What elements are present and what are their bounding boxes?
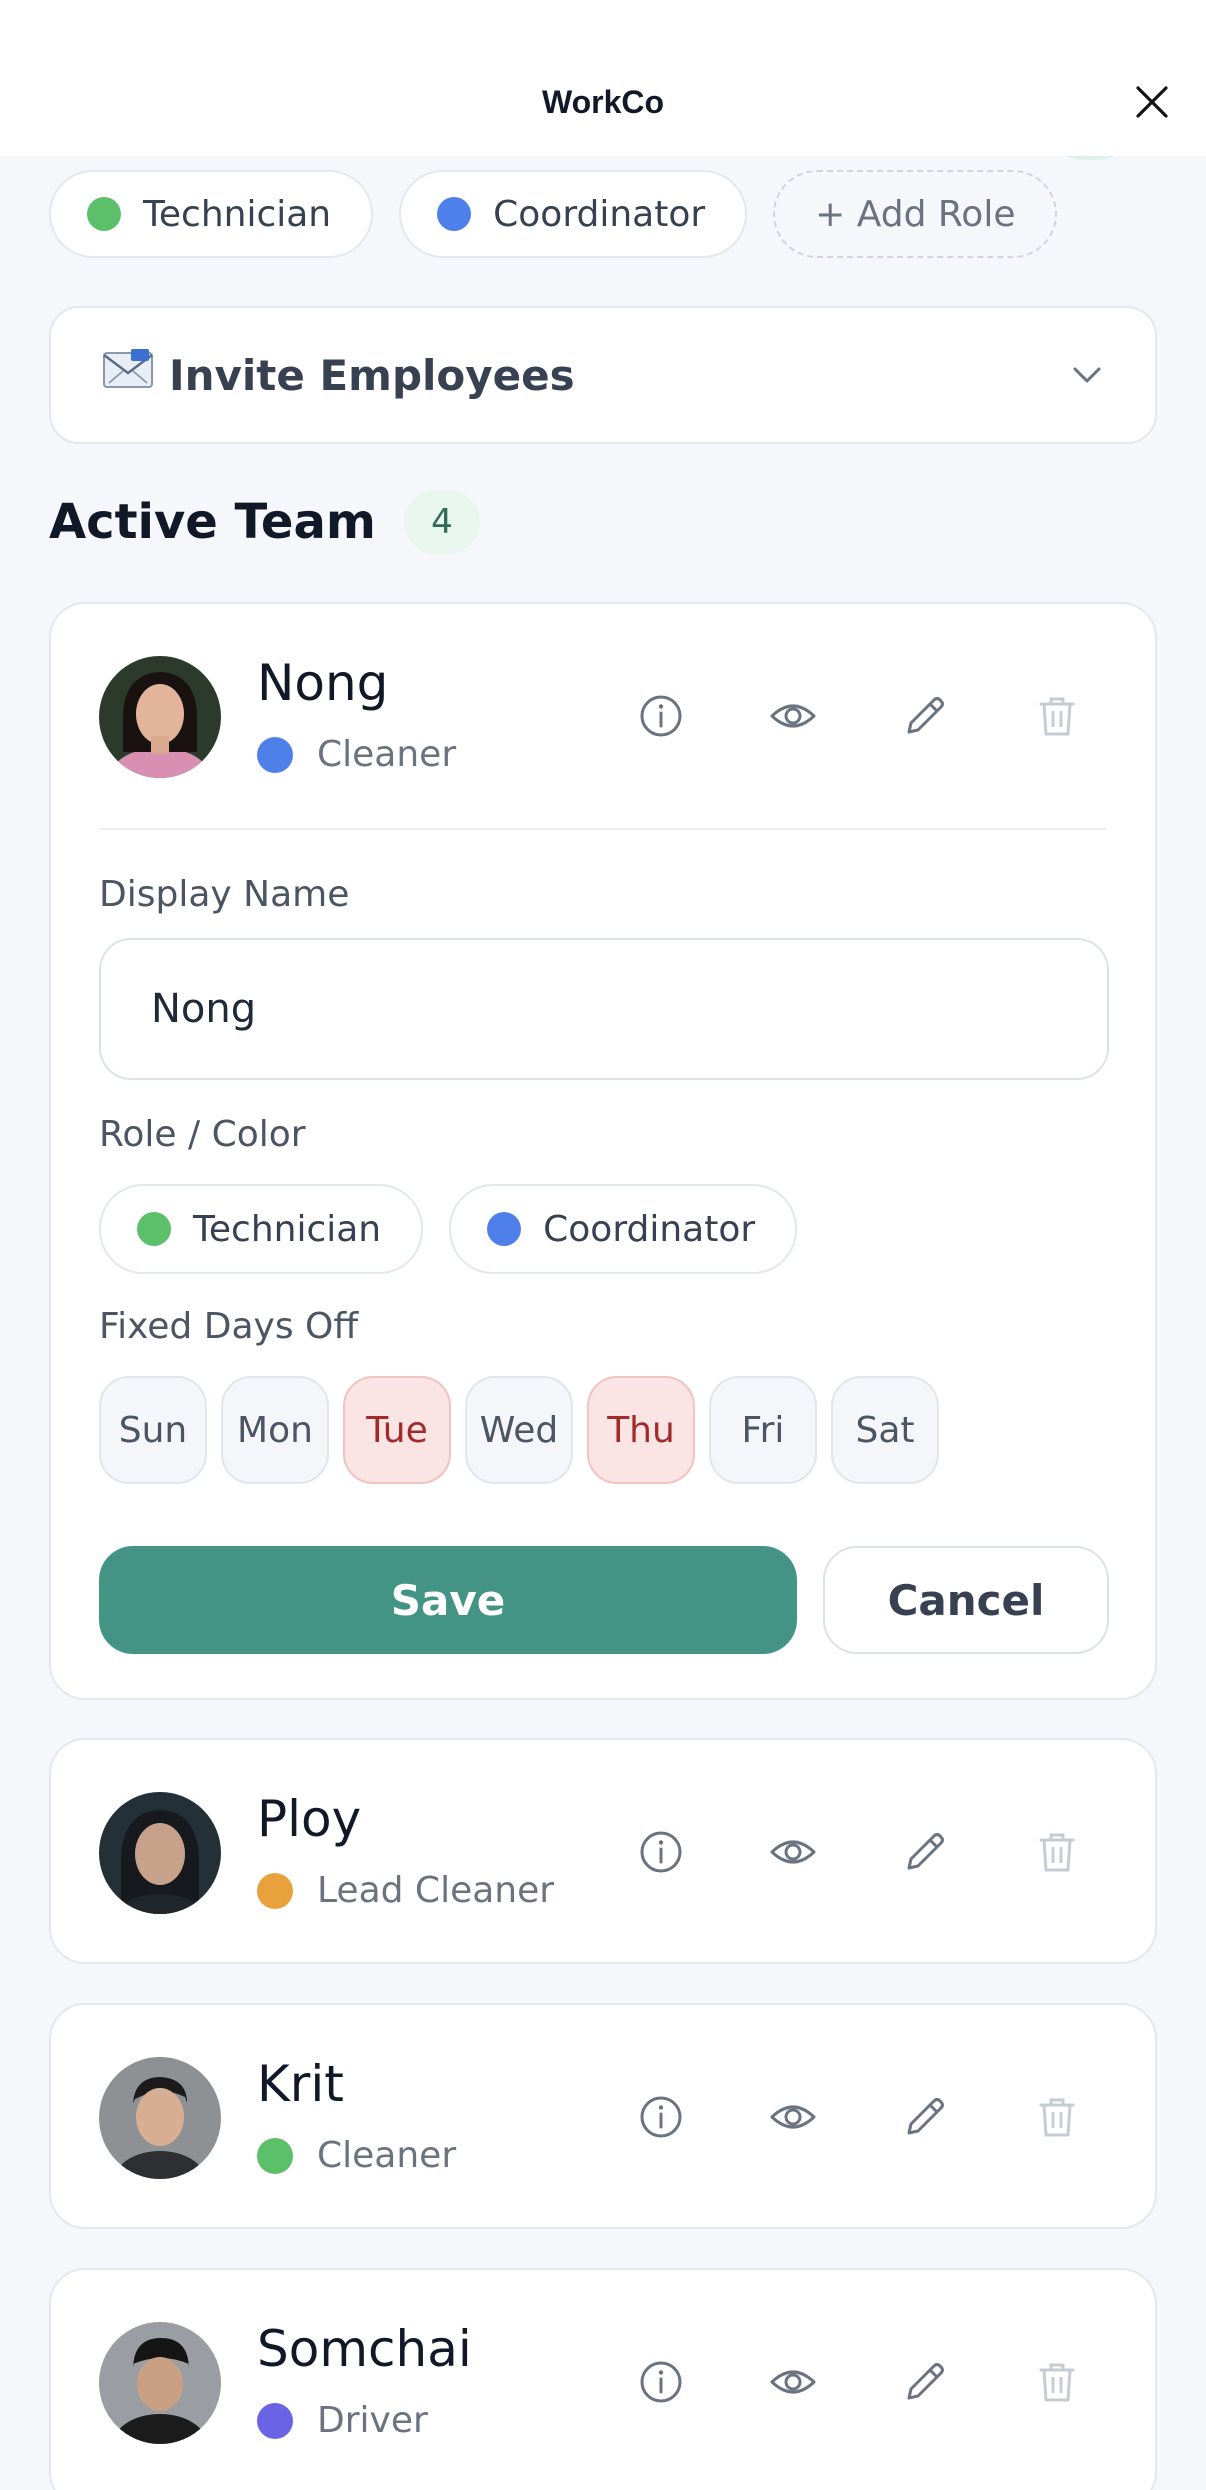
trash-icon[interactable] — [1033, 2093, 1081, 2141]
eye-icon[interactable] — [769, 1828, 817, 1876]
role-color-dot — [257, 2137, 293, 2174]
employee-header: Nong Cleaner — [51, 604, 1155, 828]
trash-icon[interactable] — [1033, 2358, 1081, 2406]
display-name-label: Display Name — [99, 874, 350, 915]
role-color-dot — [257, 736, 293, 773]
active-team-header: Active Team 4 — [49, 490, 480, 554]
day-toggle-mon[interactable]: Mon — [221, 1376, 329, 1484]
display-name-input[interactable] — [99, 938, 1109, 1080]
day-toggle-tue[interactable]: Tue — [343, 1376, 451, 1484]
divider — [99, 828, 1107, 830]
role-color-dot — [257, 1872, 293, 1909]
employee-name: Somchai — [257, 2320, 472, 2378]
team-count-badge: 4 — [403, 490, 480, 554]
role-color-dot — [257, 2402, 293, 2439]
days-off-picker: Sun Mon Tue Wed Thu Fri Sat — [99, 1376, 939, 1484]
role-option-label: Technician — [193, 1208, 382, 1250]
employee-role: Cleaner — [257, 2135, 456, 2176]
employee-role-label: Cleaner — [317, 734, 457, 775]
role-option-coordinator[interactable]: Coordinator — [449, 1184, 798, 1274]
role-color-label: Role / Color — [99, 1114, 306, 1155]
eye-icon[interactable] — [769, 2093, 817, 2141]
role-chip-technician[interactable]: Technician — [49, 170, 374, 258]
close-icon[interactable] — [1132, 82, 1172, 122]
add-role-button[interactable]: + Add Role — [773, 170, 1058, 258]
day-toggle-thu[interactable]: Thu — [587, 1376, 695, 1484]
info-icon[interactable] — [637, 692, 685, 740]
app-title: WorkCo — [541, 84, 665, 120]
avatar — [99, 2057, 221, 2179]
add-role-label: + Add Role — [815, 193, 1016, 235]
chevron-down-icon[interactable] — [1069, 357, 1105, 393]
pencil-icon[interactable] — [901, 2093, 949, 2141]
employee-card-somchai: Somchai Driver — [49, 2268, 1157, 2490]
eye-icon[interactable] — [769, 692, 817, 740]
pencil-icon[interactable] — [901, 692, 949, 740]
info-icon[interactable] — [637, 2358, 685, 2406]
trash-icon[interactable] — [1033, 1828, 1081, 1876]
avatar — [99, 2322, 221, 2444]
role-list: Technician Coordinator + Add Role — [49, 170, 1058, 258]
role-picker: Technician Coordinator — [99, 1184, 798, 1274]
role-color-dot — [137, 1212, 171, 1246]
employee-role-label: Driver — [317, 2400, 428, 2441]
employee-header: Somchai Driver — [51, 2270, 1155, 2490]
info-icon[interactable] — [637, 2093, 685, 2141]
cancel-button[interactable]: Cancel — [823, 1546, 1109, 1654]
employee-role: Cleaner — [257, 734, 456, 775]
role-chip-label: Coordinator — [493, 193, 706, 235]
employee-role-label: Cleaner — [317, 2135, 457, 2176]
employee-name: Nong — [257, 654, 389, 712]
employee-name: Ploy — [257, 1790, 362, 1848]
role-color-dot — [87, 197, 121, 231]
day-toggle-sat[interactable]: Sat — [831, 1376, 939, 1484]
employee-actions — [637, 692, 1081, 740]
day-toggle-sun[interactable]: Sun — [99, 1376, 207, 1484]
employee-actions — [637, 2358, 1081, 2406]
employee-role: Lead Cleaner — [257, 1870, 554, 1911]
eye-icon[interactable] — [769, 2358, 817, 2406]
invite-employees-panel[interactable]: Invite Employees — [49, 306, 1157, 444]
employee-card-krit: Krit Cleaner — [49, 2003, 1157, 2229]
employee-role-label: Lead Cleaner — [317, 1870, 555, 1911]
role-option-technician[interactable]: Technician — [99, 1184, 424, 1274]
envelope-icon — [101, 347, 155, 404]
pencil-icon[interactable] — [901, 1828, 949, 1876]
top-bar: WorkCo — [0, 0, 1206, 156]
save-button[interactable]: Save — [99, 1546, 797, 1654]
employee-header: Krit Cleaner — [51, 2005, 1155, 2231]
employee-header: Ploy Lead Cleaner — [51, 1740, 1155, 1966]
days-off-label: Fixed Days Off — [99, 1306, 359, 1347]
avatar — [99, 1792, 221, 1914]
avatar — [99, 656, 221, 778]
employee-actions — [637, 2093, 1081, 2141]
employee-actions — [637, 1828, 1081, 1876]
role-chip-label: Technician — [143, 193, 332, 235]
role-color-dot — [437, 197, 472, 231]
info-icon[interactable] — [637, 1828, 685, 1876]
role-option-label: Coordinator — [543, 1208, 756, 1250]
day-toggle-fri[interactable]: Fri — [709, 1376, 817, 1484]
section-title: Active Team — [49, 494, 376, 550]
employee-name: Krit — [257, 2055, 344, 2113]
pencil-icon[interactable] — [901, 2358, 949, 2406]
trash-icon[interactable] — [1033, 692, 1081, 740]
role-chip-coordinator[interactable]: Coordinator — [399, 170, 748, 258]
role-color-dot — [487, 1212, 522, 1246]
day-toggle-wed[interactable]: Wed — [465, 1376, 573, 1484]
employee-role: Driver — [257, 2400, 428, 2441]
employee-card-ploy: Ploy Lead Cleaner — [49, 1738, 1157, 1964]
invite-employees-title: Invite Employees — [169, 350, 575, 400]
employee-card-nong: Nong Cleaner Display Name Nong Role / Co… — [49, 602, 1157, 1700]
